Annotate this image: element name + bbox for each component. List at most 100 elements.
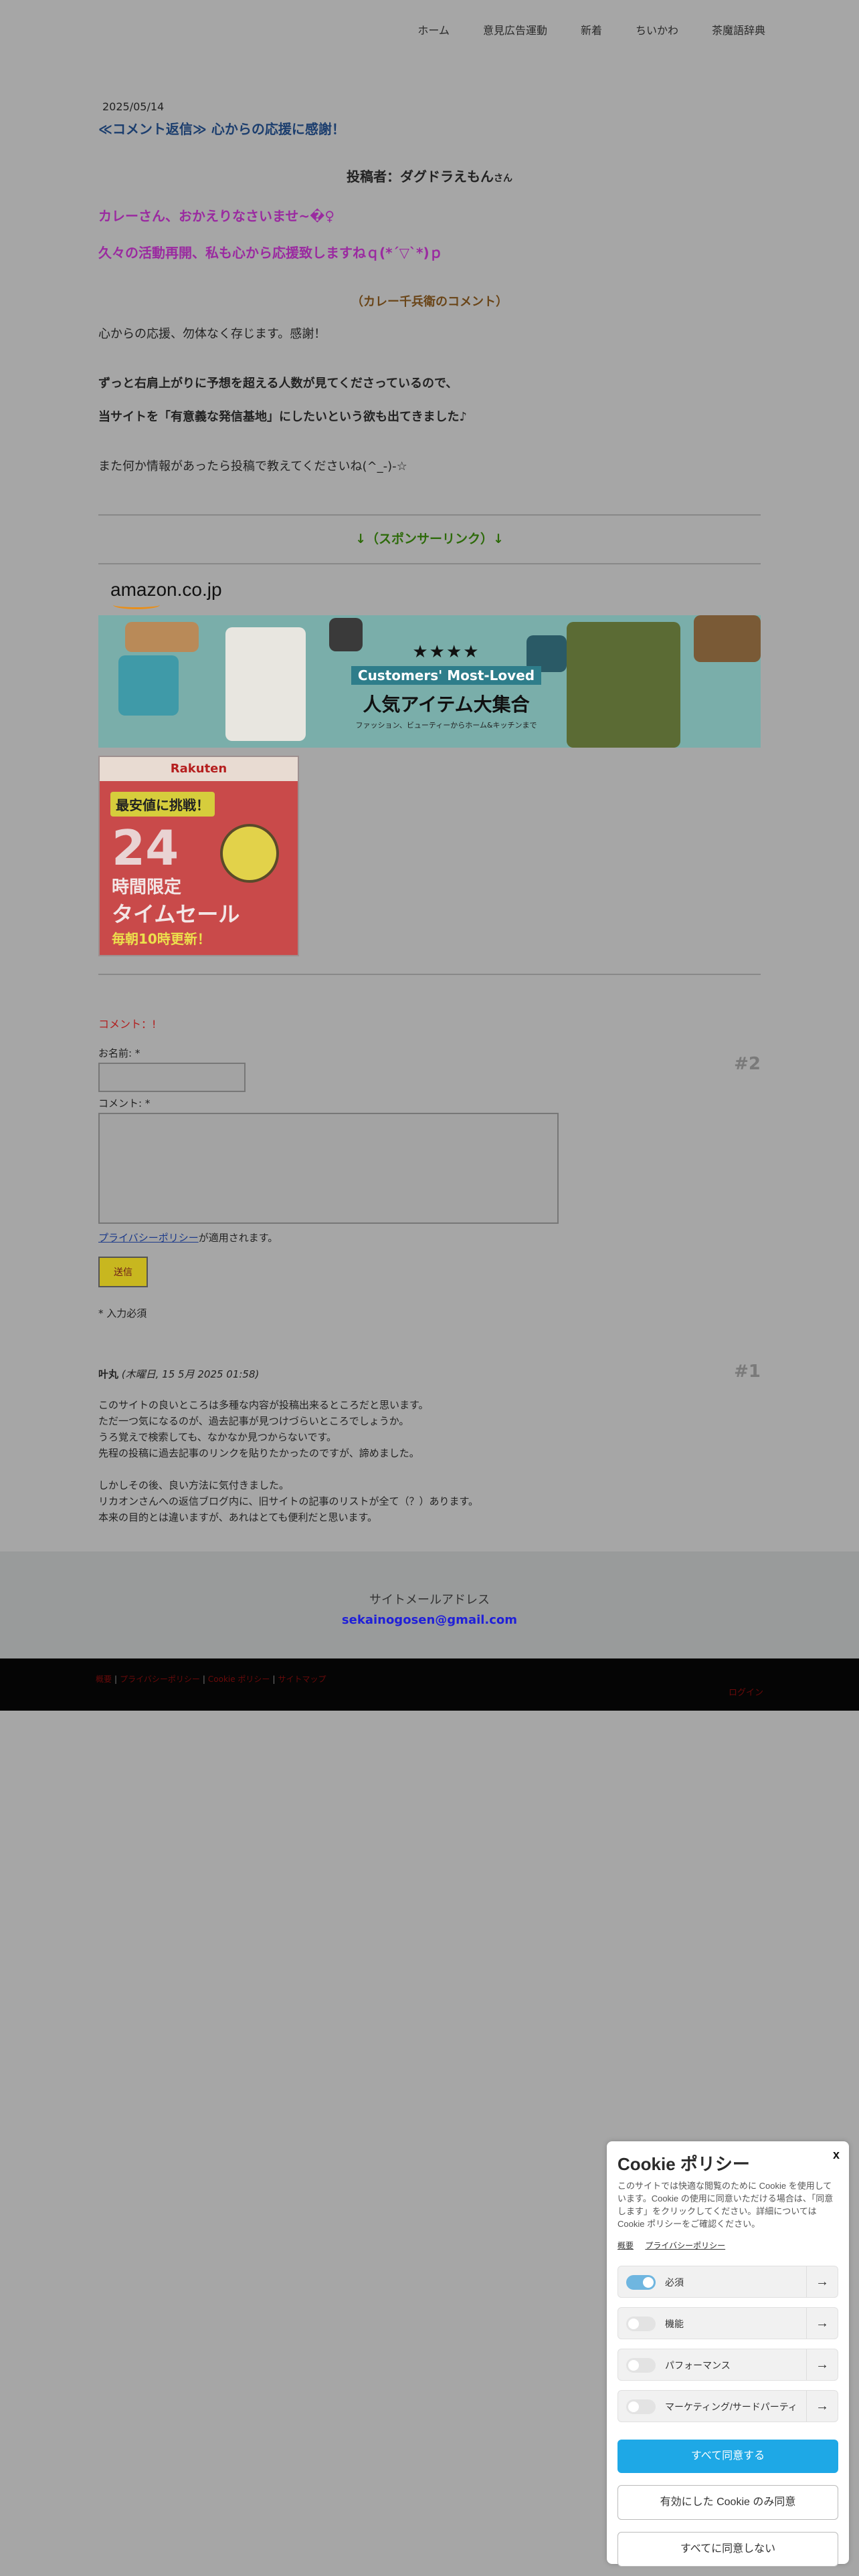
comment-textarea[interactable] bbox=[98, 1113, 559, 1224]
comment-line: このサイトの良いところは多種な内容が投稿出来るところだと思います。 bbox=[98, 1399, 429, 1411]
comment-line: 先程の投稿に過去記事のリンクを貼りたかったのですが、諦めました。 bbox=[98, 1447, 419, 1459]
footer-email[interactable]: sekainogosen@gmail.com bbox=[0, 1613, 859, 1627]
rakuten-daily: 毎朝10時更新！ bbox=[112, 931, 211, 947]
post-author: 投稿者：ダグドラえもんさん bbox=[98, 166, 761, 185]
nav-item-new[interactable]: 新着 bbox=[581, 21, 602, 37]
cookie-row-label: マーケティング/サードパーティ bbox=[665, 2401, 797, 2412]
amazon-logo[interactable]: amazon.co.jp bbox=[98, 579, 761, 609]
comment-line: リカオンさんへの返信ブログ内に、旧サイトの記事のリストが全て（？）あります。 bbox=[98, 1495, 479, 1507]
cookie-policy-dialog: x Cookie ポリシー このサイトでは快適な閲覧のために Cookie を使… bbox=[607, 2141, 849, 2567]
login-link[interactable]: ログイン bbox=[729, 1685, 763, 1698]
bottom-bar: 概要 | プライバシーポリシー | Cookie ポリシー | サイトマップ ログイン bbox=[0, 1658, 859, 1711]
reply-paragraph-1: 心からの応援、勿体なく存じます。感謝！ bbox=[98, 327, 326, 341]
form-number: #2 bbox=[734, 1054, 761, 1074]
privacy-policy-link[interactable]: プライバシーポリシー bbox=[98, 1232, 199, 1244]
reject-all-button[interactable]: すべてに同意しない bbox=[617, 2532, 838, 2567]
amazon-banner-text: ★★★★ Customers' Most-Loved 人気アイテム大集合 ファッ… bbox=[346, 642, 547, 730]
footer-mail-label: サイトメールアドレス bbox=[369, 1593, 490, 1607]
site-footer: サイトメールアドレス sekainogosen@gmail.com bbox=[0, 1551, 859, 1658]
comment-author: 叶丸 bbox=[98, 1368, 119, 1380]
bottom-links: 概要 | プライバシーポリシー | Cookie ポリシー | サイトマップ bbox=[96, 1675, 326, 1684]
name-label: お名前: * bbox=[98, 1047, 140, 1059]
privacy-text: が適用されます。 bbox=[198, 1232, 278, 1244]
alarm-clock-icon bbox=[220, 824, 279, 883]
rakuten-limited: 時間限定 bbox=[112, 877, 182, 897]
cookie-row-marketing: マーケティング/サードパーティ → bbox=[617, 2390, 838, 2422]
loafers-icon bbox=[125, 622, 199, 652]
reply-paragraph-2: ずっと右肩上がりに予想を超える人数が見てくださっているので、 bbox=[98, 377, 458, 391]
author-name: 投稿者：ダグドラえもん bbox=[347, 169, 494, 185]
greeting-line: カレーさん、おかえりなさいませ~�♀ bbox=[98, 208, 335, 224]
banner-tag: Customers' Most-Loved bbox=[351, 666, 542, 685]
cookie-title: Cookie ポリシー bbox=[617, 2154, 750, 2174]
divider bbox=[98, 563, 761, 564]
toggle-marketing[interactable] bbox=[626, 2399, 656, 2414]
toggle-functional[interactable] bbox=[626, 2317, 656, 2331]
cookie-row-label: 機能 bbox=[665, 2319, 684, 2329]
comment-label: コメント: * bbox=[98, 1097, 151, 1109]
amazon-banner-ad[interactable]: ★★★★ Customers' Most-Loved 人気アイテム大集合 ファッ… bbox=[98, 615, 761, 748]
toggle-performance[interactable] bbox=[626, 2358, 656, 2373]
rakuten-logo: Rakuten bbox=[100, 757, 298, 781]
cookie-row-label: パフォーマンス bbox=[665, 2360, 731, 2371]
comment-number: #1 bbox=[734, 1362, 761, 1382]
cookie-link-privacy[interactable]: プライバシーポリシー bbox=[645, 2241, 725, 2250]
rakuten-timesale: タイムセール bbox=[112, 901, 240, 927]
cookie-row-functional: 機能 → bbox=[617, 2307, 838, 2339]
comment-form-title: コメント：! bbox=[98, 1018, 157, 1031]
nav-item-chiikawa[interactable]: ちいかわ bbox=[636, 21, 678, 37]
comment-line: うろ覚えで検索しても、なかなか見つからないです。 bbox=[98, 1431, 337, 1443]
nav-item-dictionary[interactable]: 茶魔語辞典 bbox=[712, 21, 765, 37]
bottom-link-sitemap[interactable]: サイトマップ bbox=[278, 1675, 326, 1684]
main-content: 2025/05/14 ≪コメント返信≫ 心からの応援に感謝！ 投稿者：ダグドラえ… bbox=[98, 100, 761, 1525]
nav-item-home[interactable]: ホーム bbox=[417, 21, 450, 37]
jacket-icon bbox=[225, 627, 306, 741]
comment-form: #2 コメント：! お名前: * コメント: * プライバシーポリシーが適用され… bbox=[98, 1015, 761, 1320]
cookie-row-label: 必須 bbox=[665, 2277, 684, 2288]
cookie-description: このサイトでは快適な閲覧のために Cookie を使用しています。Cookie … bbox=[617, 2181, 834, 2229]
top-navigation: ホーム 意見広告運動 新着 ちいかわ 茶魔語辞典 bbox=[0, 0, 859, 59]
cookie-link-overview[interactable]: 概要 bbox=[617, 2241, 634, 2250]
comment-line: 本来の目的とは違いますが、あれはとても便利だと思います。 bbox=[98, 1511, 378, 1523]
divider bbox=[98, 514, 761, 516]
comment-header: #1 叶丸 (木曜日, 15 5月 2025 01:58) bbox=[98, 1362, 761, 1382]
parka-icon bbox=[567, 622, 680, 748]
cookie-links: 概要 プライバシーポリシー bbox=[617, 2240, 838, 2251]
boots-icon bbox=[694, 615, 761, 662]
arrow-right-icon[interactable]: → bbox=[806, 2391, 838, 2422]
bottom-link-cookie[interactable]: Cookie ポリシー bbox=[208, 1675, 270, 1684]
toggle-required[interactable] bbox=[626, 2275, 656, 2290]
divider bbox=[98, 974, 761, 975]
privacy-note: プライバシーポリシーが適用されます。 bbox=[98, 1230, 761, 1245]
tote-bag-icon bbox=[118, 655, 179, 716]
comment-body: このサイトの良いところは多種な内容が投稿出来るところだと思います。 ただ一つ気に… bbox=[98, 1397, 761, 1525]
bottom-link-privacy[interactable]: プライバシーポリシー bbox=[120, 1675, 200, 1684]
comment-line: しかしその後、良い方法に気付きました。 bbox=[98, 1479, 290, 1491]
arrow-right-icon[interactable]: → bbox=[806, 2349, 838, 2380]
arrow-right-icon[interactable]: → bbox=[806, 2266, 838, 2297]
bottom-link-overview[interactable]: 概要 bbox=[96, 1675, 112, 1684]
rating-stars: ★★★★ bbox=[412, 642, 480, 662]
amazon-logo-text: amazon.co.jp bbox=[110, 579, 222, 600]
comment-caption: （カレー千兵衛のコメント） bbox=[351, 295, 508, 309]
required-note: * 入力必須 bbox=[98, 1307, 147, 1319]
arrow-right-icon[interactable]: → bbox=[806, 2308, 838, 2339]
banner-headline: 人気アイテム大集合 bbox=[363, 693, 530, 716]
reply-paragraph-4: また何か情報があったら投稿で教えてくださいね(^_-)-☆ bbox=[98, 459, 407, 473]
accept-selected-button[interactable]: 有効にした Cookie のみ同意 bbox=[617, 2485, 838, 2520]
name-input[interactable] bbox=[98, 1063, 246, 1092]
support-line: 久々の活動再開、私も心から応援致しますねｑ(*´▽`*)ｐ bbox=[98, 245, 443, 261]
rakuten-banner-ad[interactable]: Rakuten 最安値に挑戦！ 24 時間限定 タイムセール 毎朝10時更新！ bbox=[98, 756, 299, 956]
post-title: ≪コメント返信≫ 心からの応援に感謝！ bbox=[98, 121, 345, 137]
cookie-row-required: 必須 → bbox=[617, 2266, 838, 2298]
submit-button[interactable]: 送信 bbox=[98, 1257, 148, 1287]
rakuten-challenge: 最安値に挑戦！ bbox=[110, 792, 215, 817]
nav-menu: ホーム 意見広告運動 新着 ちいかわ 茶魔語辞典 bbox=[417, 21, 765, 37]
close-icon[interactable]: x bbox=[833, 2148, 840, 2162]
nav-item-opinion-ad[interactable]: 意見広告運動 bbox=[483, 21, 547, 37]
accept-all-button[interactable]: すべて同意する bbox=[617, 2440, 838, 2473]
post-date: 2025/05/14 bbox=[102, 100, 165, 113]
rakuten-24: 24 bbox=[112, 820, 179, 876]
comment-line: ただ一つ気になるのが、過去記事が見つけづらいところでしょうか。 bbox=[98, 1415, 409, 1427]
banner-subtext: ファッション、ビューティーからホーム&キッチンまで bbox=[355, 721, 537, 730]
